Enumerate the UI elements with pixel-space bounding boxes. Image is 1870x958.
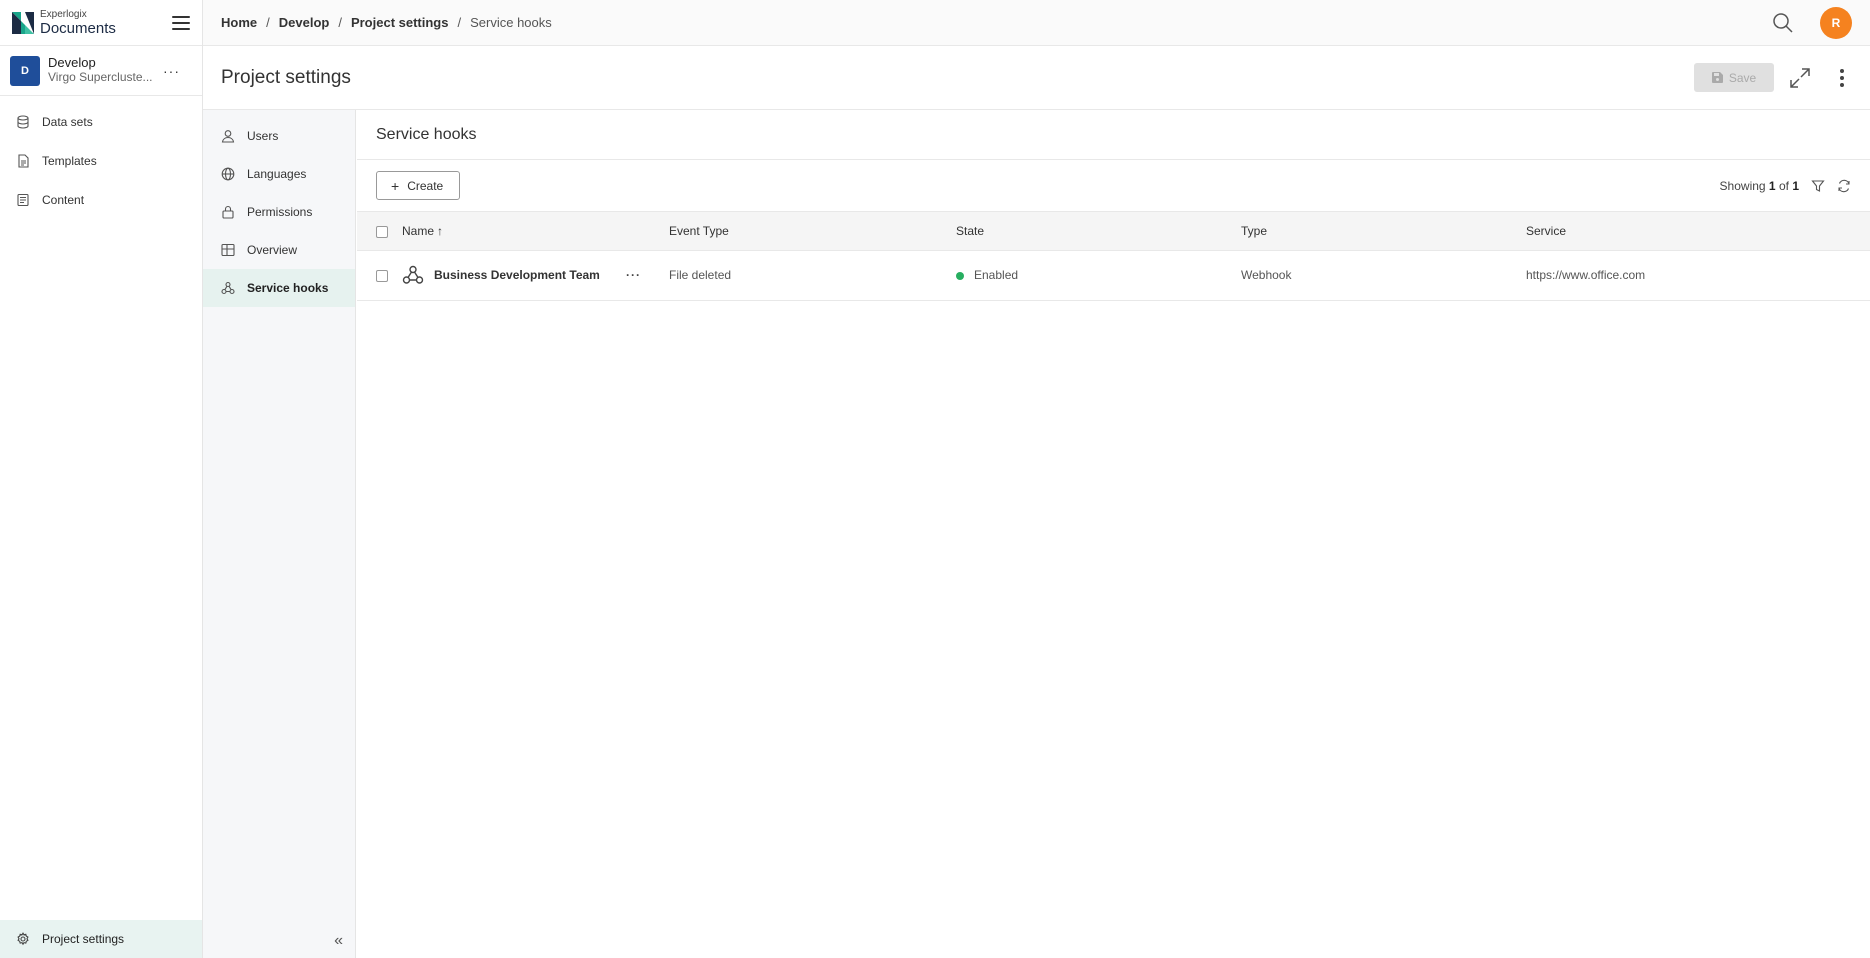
page-title: Project settings	[221, 66, 351, 88]
logo-row: Experlogix Documents	[0, 0, 202, 46]
save-button[interactable]: Save	[1694, 63, 1774, 92]
gear-icon	[17, 932, 29, 946]
showing-of: of	[1778, 178, 1789, 193]
project-more-icon[interactable]: ···	[163, 63, 180, 79]
subnav-item-label: Users	[247, 129, 279, 143]
row-event-type: File deleted	[669, 250, 956, 301]
row-service: https://www.office.com	[1526, 250, 1870, 301]
row-name[interactable]: Business Development Team	[434, 268, 600, 282]
main-sidebar: Experlogix Documents D Develop Virgo Sup…	[0, 0, 203, 958]
list-toolbar: + Create Showing 1 of 1	[357, 160, 1870, 212]
subnav-item-users[interactable]: Users	[203, 117, 355, 155]
project-selector[interactable]: D Develop Virgo Supercluste... ···	[0, 46, 202, 96]
sidebar-item-content[interactable]: Content	[0, 180, 202, 219]
showing-prefix: Showing	[1719, 178, 1766, 193]
column-header-type[interactable]: Type	[1241, 212, 1526, 251]
hamburger-menu-icon[interactable]	[172, 15, 190, 30]
service-hooks-panel: Service hooks + Create Showing 1 of 1 Na…	[357, 110, 1870, 958]
breadcrumb-current: Service hooks	[470, 15, 552, 30]
breadcrumb-home[interactable]: Home	[221, 15, 257, 30]
content-icon	[17, 193, 29, 206]
showing-total: 1	[1792, 178, 1799, 193]
sidebar-nav: Data sets Templates Content	[0, 96, 202, 219]
column-header-event-type[interactable]: Event Type	[669, 212, 956, 251]
sidebar-item-templates[interactable]: Templates	[0, 141, 202, 180]
webhook-icon	[221, 281, 235, 295]
row-checkbox[interactable]	[376, 269, 388, 282]
top-actions: R	[1772, 6, 1852, 39]
database-icon	[17, 114, 29, 129]
breadcrumb-develop[interactable]: Develop	[279, 15, 330, 30]
logo-text: Experlogix Documents	[40, 8, 116, 37]
subnav-item-label: Permissions	[247, 205, 313, 219]
subnav-item-label: Overview	[247, 243, 298, 257]
toolbar-right: Showing 1 of 1	[1720, 179, 1851, 193]
page-actions: Save	[1694, 63, 1852, 92]
column-header-service[interactable]: Service	[1526, 212, 1870, 251]
breadcrumb-separator: /	[457, 15, 462, 30]
top-bar: Home / Develop / Project settings / Serv…	[203, 0, 1870, 46]
table-header-row: Name ↑ Event Type State Type Service	[357, 212, 1870, 251]
globe-icon	[221, 167, 235, 181]
row-state-cell: Enabled	[956, 250, 1241, 301]
sidebar-item-label: Data sets	[42, 114, 93, 129]
create-button[interactable]: + Create	[376, 171, 461, 200]
row-state: Enabled	[974, 268, 1019, 282]
logo-product: Documents	[40, 19, 116, 37]
document-icon	[18, 153, 29, 168]
sidebar-item-label: Templates	[42, 153, 97, 168]
settings-subnav: Users Languages Permissions Overview Ser…	[203, 110, 356, 958]
sort-ascending-icon: ↑	[437, 223, 444, 238]
sidebar-item-label: Content	[42, 192, 85, 207]
project-avatar: D	[10, 55, 40, 86]
select-all-checkbox[interactable]	[376, 225, 388, 238]
floppy-disk-icon	[1711, 72, 1723, 83]
project-names: Develop Virgo Supercluste...	[48, 55, 153, 85]
subnav-item-languages[interactable]: Languages	[203, 155, 355, 193]
row-name-cell: Business Development Team ···	[402, 264, 669, 286]
sidebar-item-data-sets[interactable]: Data sets	[0, 102, 202, 141]
subnav-item-overview[interactable]: Overview	[203, 231, 355, 269]
row-type: Webhook	[1241, 250, 1526, 301]
project-subtitle: Virgo Supercluste...	[48, 70, 153, 85]
breadcrumb-project-settings[interactable]: Project settings	[351, 15, 449, 30]
column-header-name[interactable]: Name ↑	[402, 212, 669, 251]
subnav-item-label: Service hooks	[247, 281, 329, 295]
plus-icon: +	[391, 177, 400, 194]
page-header: Project settings Save	[203, 46, 1870, 110]
grid-icon	[221, 243, 235, 257]
webhook-icon	[402, 265, 424, 284]
sidebar-bottom-label: Project settings	[42, 932, 125, 946]
sidebar-item-project-settings[interactable]: Project settings	[0, 920, 202, 958]
search-icon[interactable]	[1772, 12, 1794, 34]
breadcrumb: Home / Develop / Project settings / Serv…	[221, 15, 552, 30]
project-name: Develop	[48, 55, 96, 71]
filter-icon[interactable]	[1811, 179, 1825, 193]
table-row[interactable]: Business Development Team ··· File delet…	[357, 250, 1870, 301]
user-icon	[221, 130, 235, 143]
content-title: Service hooks	[357, 110, 1870, 160]
save-button-label: Save	[1728, 70, 1757, 85]
subnav-item-service-hooks[interactable]: Service hooks	[203, 269, 355, 307]
breadcrumb-separator: /	[338, 15, 342, 30]
column-header-state[interactable]: State	[956, 212, 1241, 251]
subnav-item-permissions[interactable]: Permissions	[203, 193, 355, 231]
lock-icon	[222, 205, 234, 219]
more-options-icon[interactable]	[1832, 66, 1852, 90]
column-label: Name	[402, 223, 435, 238]
create-button-label: Create	[407, 178, 444, 193]
status-dot-icon	[956, 271, 964, 280]
breadcrumb-separator: /	[266, 15, 270, 30]
expand-icon[interactable]	[1788, 66, 1812, 90]
row-more-icon[interactable]: ···	[626, 268, 641, 282]
collapse-sidebar-icon[interactable]: «	[334, 932, 343, 950]
subnav-item-label: Languages	[247, 167, 307, 181]
refresh-icon[interactable]	[1837, 179, 1851, 193]
experlogix-logo-icon	[12, 11, 34, 34]
service-hooks-table: Name ↑ Event Type State Type Service Bus…	[357, 212, 1870, 301]
showing-current: 1	[1768, 178, 1776, 193]
user-avatar[interactable]: R	[1820, 6, 1852, 39]
logo-brand: Experlogix	[40, 8, 87, 20]
